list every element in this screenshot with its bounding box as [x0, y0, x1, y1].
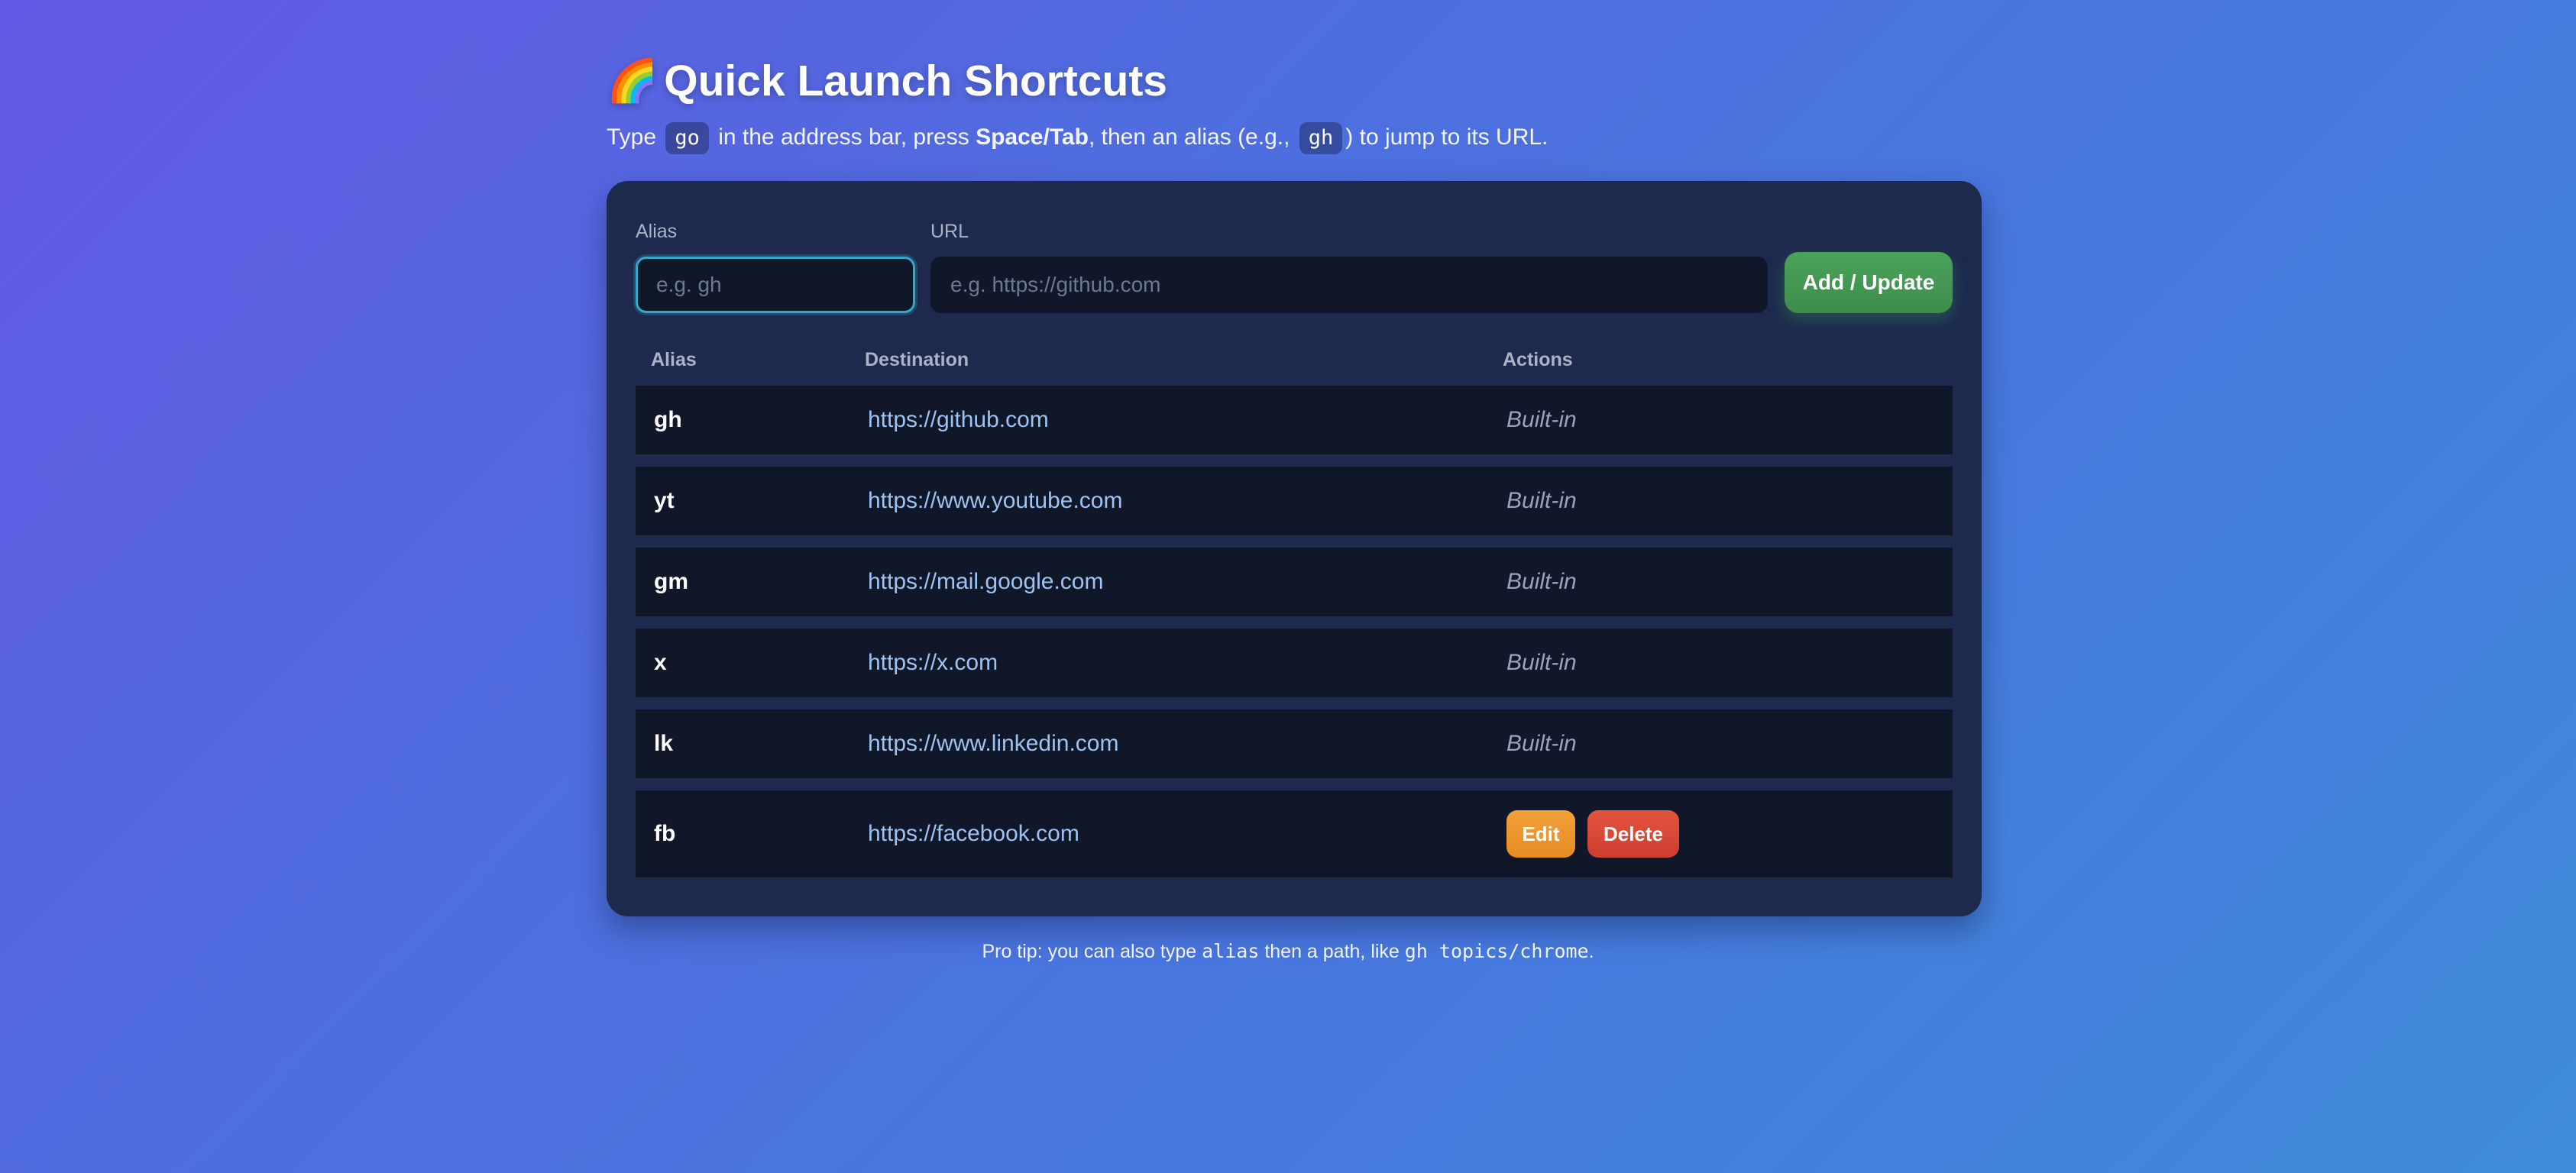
- row-alias: gh: [654, 407, 682, 432]
- page-title-text: Quick Launch Shortcuts: [664, 57, 1168, 105]
- delete-button[interactable]: Delete: [1587, 810, 1679, 858]
- tip-text-3: .: [1588, 941, 1594, 962]
- url-label: URL: [930, 221, 969, 242]
- page-header: 🌈 Quick Launch Shortcuts Type go in the …: [607, 52, 1982, 156]
- alias-label: Alias: [636, 221, 678, 242]
- url-input[interactable]: [930, 257, 1768, 313]
- page-subtitle: Type go in the address bar, press Space/…: [607, 119, 1982, 156]
- add-update-button[interactable]: Add / Update: [1785, 252, 1953, 313]
- row-alias: x: [654, 650, 667, 675]
- row-builtin-label: Built-in: [1506, 731, 1577, 756]
- row-alias: lk: [654, 731, 674, 756]
- row-alias: gm: [654, 569, 688, 594]
- tip-text-1: Pro tip: you can also type: [982, 941, 1202, 962]
- tip-code-alias: alias: [1202, 940, 1260, 962]
- row-destination-link[interactable]: https://mail.google.com: [868, 548, 1103, 616]
- pro-tip: Pro tip: you can also type alias then a …: [0, 938, 2576, 965]
- alias-input[interactable]: [636, 257, 915, 313]
- column-header-actions: Actions: [1503, 349, 1573, 370]
- edit-button[interactable]: Edit: [1506, 810, 1575, 858]
- table-row: fb https://facebook.com Edit Delete: [636, 790, 1953, 877]
- tip-code-example: gh topics/chrome: [1404, 940, 1589, 962]
- shortcuts-card: Alias URL Add / Update Alias Destination…: [607, 181, 1982, 916]
- keys-text: Space/Tab: [976, 124, 1089, 150]
- row-destination-link[interactable]: https://github.com: [868, 386, 1049, 454]
- table-row: x https://x.com Built-in: [636, 629, 1953, 697]
- row-destination-link[interactable]: https://www.linkedin.com: [868, 709, 1118, 778]
- subtitle-text-3: , then an alias (e.g.,: [1088, 124, 1296, 150]
- table-row: gm https://mail.google.com Built-in: [636, 548, 1953, 616]
- row-builtin-label: Built-in: [1506, 407, 1577, 432]
- subtitle-text-1: Type: [607, 124, 663, 150]
- row-alias: yt: [654, 488, 675, 513]
- row-builtin-label: Built-in: [1506, 650, 1577, 675]
- table-row: gh https://github.com Built-in: [636, 386, 1953, 454]
- rainbow-icon: 🌈: [607, 58, 659, 104]
- table-row: lk https://www.linkedin.com Built-in: [636, 709, 1953, 778]
- table-row: yt https://www.youtube.com Built-in: [636, 467, 1953, 535]
- subtitle-text-4: ) to jump to its URL.: [1345, 124, 1549, 150]
- column-header-alias: Alias: [651, 349, 697, 370]
- keyword-code: go: [665, 122, 709, 154]
- column-header-destination: Destination: [865, 349, 969, 370]
- row-builtin-label: Built-in: [1506, 569, 1577, 594]
- page-title: 🌈 Quick Launch Shortcuts: [607, 52, 1982, 110]
- tip-text-2: then a path, like: [1259, 941, 1405, 962]
- row-alias: fb: [654, 821, 676, 846]
- row-destination-link[interactable]: https://facebook.com: [868, 790, 1079, 877]
- subtitle-text-2: in the address bar, press: [711, 124, 976, 150]
- example-alias-code: gh: [1299, 122, 1343, 154]
- row-builtin-label: Built-in: [1506, 488, 1577, 513]
- row-destination-link[interactable]: https://www.youtube.com: [868, 467, 1123, 535]
- row-destination-link[interactable]: https://x.com: [868, 629, 998, 697]
